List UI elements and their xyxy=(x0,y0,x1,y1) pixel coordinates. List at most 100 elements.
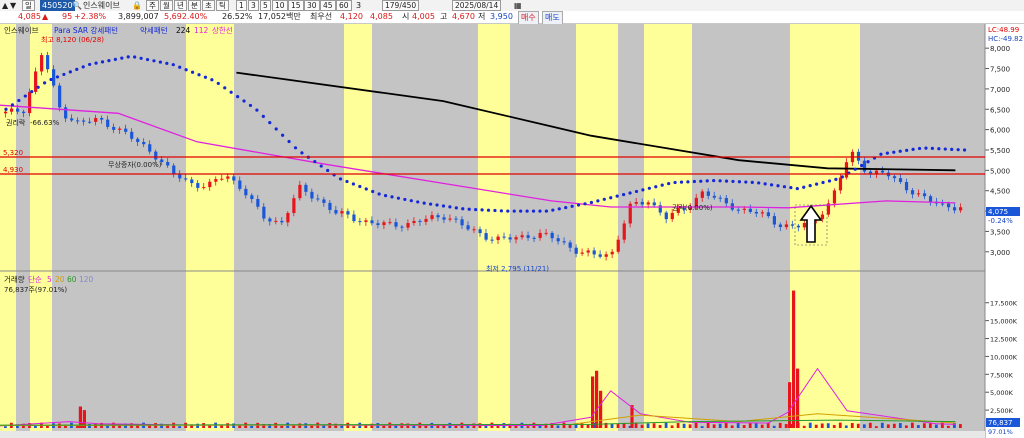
candle-body xyxy=(388,222,392,224)
sar-dot xyxy=(120,56,124,60)
legend-ma224: 224 xyxy=(176,26,191,35)
date-input[interactable]: 2025/08/14 xyxy=(452,0,502,11)
stock-chart[interactable]: 8,000 7,500 7,000 6,500 6,000 5,500 5,000 4,500… xyxy=(0,24,1024,438)
interval-60[interactable]: 60 xyxy=(336,0,352,11)
tf-minute[interactable]: 분 xyxy=(188,0,201,11)
calendar-icon[interactable]: ▦ xyxy=(514,0,522,11)
volume-bar xyxy=(700,426,704,428)
candle-body xyxy=(112,126,116,130)
candle-body xyxy=(472,229,476,231)
volume-bar xyxy=(670,425,674,428)
sell-button[interactable]: 매도 xyxy=(542,11,563,25)
interval-10[interactable]: 10 xyxy=(272,0,288,11)
period-band xyxy=(618,24,644,431)
interval-custom[interactable]: 3 xyxy=(356,0,361,11)
volume-bar xyxy=(568,425,572,428)
period-select[interactable]: 일 xyxy=(22,0,35,11)
interval-30[interactable]: 30 xyxy=(304,0,320,11)
volume-bar xyxy=(616,424,620,428)
period-band xyxy=(860,24,985,431)
volume-bar xyxy=(874,426,878,428)
count-input[interactable]: 179/450 xyxy=(382,0,420,11)
candle-body xyxy=(880,170,885,173)
sar-dot xyxy=(576,203,581,207)
candle-body xyxy=(316,198,320,200)
sar-dot xyxy=(152,59,156,63)
sar-dot xyxy=(422,201,426,205)
sar-dot xyxy=(724,179,729,183)
candle-body xyxy=(130,131,134,139)
volume-bar xyxy=(250,425,254,428)
candle-body xyxy=(136,138,140,142)
sar-dot xyxy=(223,86,227,90)
tf-year[interactable]: 년 xyxy=(174,0,187,11)
volume-bar xyxy=(664,422,668,428)
interval-5[interactable]: 5 xyxy=(260,0,271,11)
arrow-down-button[interactable]: ▼ xyxy=(10,0,16,11)
hline-lower-label: 4,930 xyxy=(3,166,23,174)
volume-bar xyxy=(106,425,109,428)
sar-dot xyxy=(802,185,806,189)
candle-body xyxy=(100,117,104,120)
tf-second[interactable]: 초 xyxy=(202,0,215,11)
arrow-up-button[interactable]: ▲ xyxy=(2,0,8,11)
candle-body xyxy=(640,202,644,205)
price-tick-label: 4,500 xyxy=(990,188,1010,196)
legend-upper-band: 상한선 xyxy=(212,25,233,35)
candle-body xyxy=(418,220,422,222)
candle-body xyxy=(724,198,728,204)
rights-annotation: 권락(0.00%) xyxy=(672,204,713,212)
interval-1[interactable]: 1 xyxy=(236,0,247,11)
buy-button[interactable]: 매수 xyxy=(518,11,539,25)
candle-body xyxy=(898,178,903,182)
volume-bar xyxy=(178,426,181,428)
candle-body xyxy=(490,239,494,241)
sar-dot xyxy=(641,188,645,192)
sar-dot xyxy=(178,65,182,69)
low-price: 3,950 xyxy=(490,12,513,21)
sar-dot xyxy=(557,207,561,211)
legend-sar-bull: Para SAR 강세패턴 xyxy=(54,25,118,35)
interval-45[interactable]: 45 xyxy=(320,0,336,11)
volume-spike xyxy=(599,390,603,428)
volume-bar xyxy=(814,424,818,428)
candle-body xyxy=(544,232,548,234)
listing-pct: -66.63% xyxy=(30,119,60,127)
price-tick-label: 7,500 xyxy=(990,66,1010,74)
volume-bar xyxy=(832,425,836,428)
high-price: 4,670 xyxy=(452,12,475,21)
period-band xyxy=(186,24,234,431)
sar-dot xyxy=(358,184,362,189)
legend-stock: 인스웨이브 xyxy=(4,25,39,35)
interval-15[interactable]: 15 xyxy=(288,0,304,11)
stock-name[interactable]: 인스웨이브 xyxy=(83,0,120,11)
volume-spike xyxy=(788,382,792,428)
sar-dot xyxy=(107,59,111,63)
lock-icon[interactable]: 🔒 xyxy=(132,0,142,11)
sar-dot xyxy=(396,196,401,200)
tf-month[interactable]: 월 xyxy=(160,0,173,11)
candle-body xyxy=(844,162,849,178)
tf-week[interactable]: 주 xyxy=(146,0,159,11)
sar-dot xyxy=(383,194,388,198)
sar-dot xyxy=(113,57,117,61)
candle-body xyxy=(556,238,560,242)
volume-tick-label: 12,500K xyxy=(990,336,1018,344)
candle-body xyxy=(202,187,206,189)
period-band xyxy=(644,24,692,431)
price-tick-label: 5,500 xyxy=(990,147,1010,155)
sar-dot xyxy=(525,209,529,213)
candle-body xyxy=(748,208,752,212)
volume-bar xyxy=(952,422,956,428)
volume-bar xyxy=(706,422,710,428)
stock-code-input[interactable]: 450520 xyxy=(40,0,75,11)
sar-dot xyxy=(879,152,883,156)
sar-dot xyxy=(628,191,632,195)
search-icon[interactable]: 🔍 xyxy=(72,0,82,11)
sar-dot xyxy=(364,187,368,191)
candle-body xyxy=(274,220,278,222)
turnover-pct: 26.52% xyxy=(222,12,253,21)
interval-3[interactable]: 3 xyxy=(248,0,259,11)
tf-tick[interactable]: 틱 xyxy=(216,0,229,11)
volume-bar xyxy=(586,424,590,428)
